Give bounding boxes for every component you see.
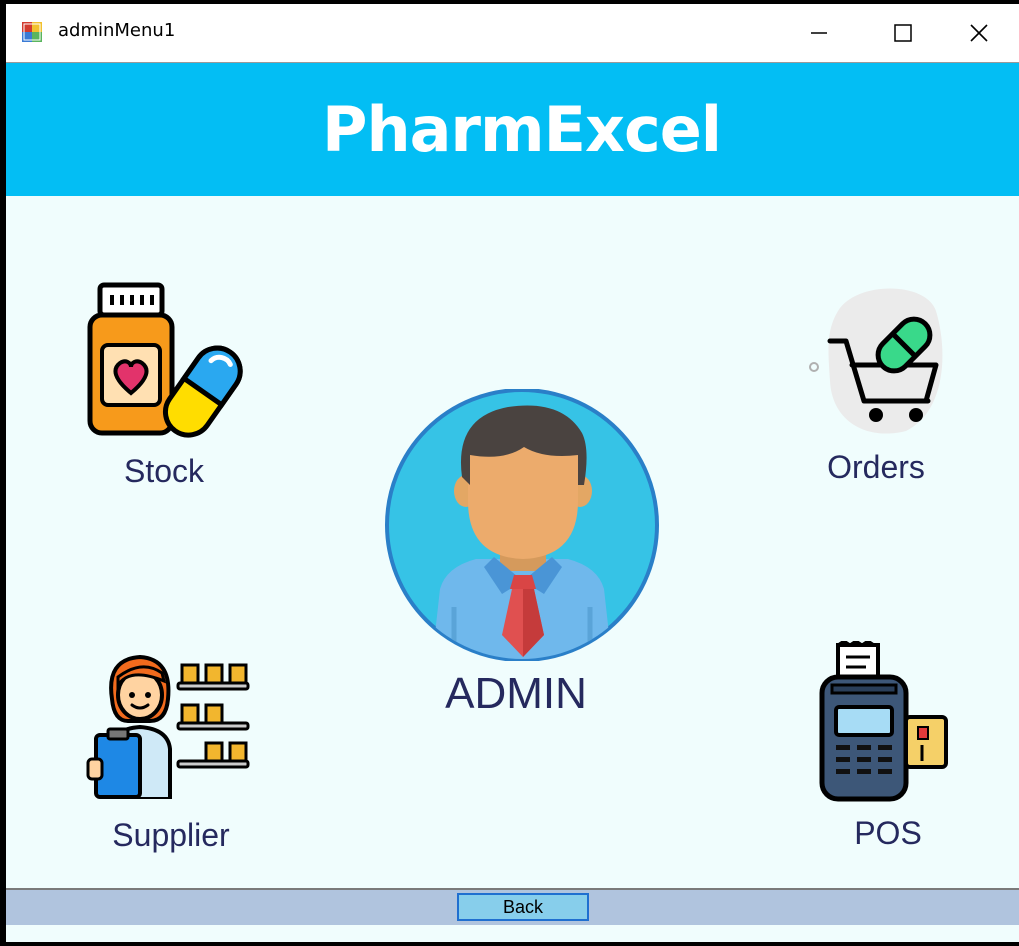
warehouse-worker-icon (86, 654, 250, 801)
card-terminal-icon (819, 639, 948, 802)
close-button[interactable] (939, 4, 1019, 62)
admin-avatar-icon (385, 388, 659, 662)
main-content: PharmExcel Stock Orders ADMIN Supplier P… (6, 63, 1019, 942)
medicine-bottle-pill-icon (87, 282, 243, 438)
window-title: adminMenu1 (58, 20, 176, 41)
app-header: PharmExcel (6, 63, 1019, 196)
bottom-margin (6, 925, 1019, 942)
stock-label: Stock (123, 453, 205, 489)
supplier-label: Supplier (112, 817, 230, 853)
back-button[interactable]: Back (457, 893, 589, 921)
minimize-button[interactable] (779, 4, 859, 62)
cart-pill-icon (809, 288, 943, 434)
admin-label: ADMIN (445, 669, 587, 718)
maximize-button[interactable] (863, 4, 943, 62)
close-icon (970, 24, 988, 42)
orders-label: Orders (827, 449, 925, 485)
minimize-icon (811, 32, 827, 34)
title-bar[interactable]: adminMenu1 (6, 4, 1019, 63)
stock-tile[interactable]: Stock (84, 281, 244, 490)
maximize-icon (894, 24, 912, 42)
admin-menu-window: adminMenu1 PharmExcel Stock Orders ADMIN… (6, 4, 1019, 942)
pos-label: POS (854, 815, 922, 851)
orders-tile[interactable]: Orders (786, 281, 966, 486)
admin-avatar[interactable] (384, 388, 664, 662)
app-name-title: PharmExcel (322, 93, 722, 166)
supplier-tile[interactable]: Supplier (82, 649, 260, 854)
pos-tile[interactable]: POS (808, 639, 968, 852)
bottom-toolbar: Back (6, 888, 1019, 927)
app-form-icon (22, 22, 42, 42)
